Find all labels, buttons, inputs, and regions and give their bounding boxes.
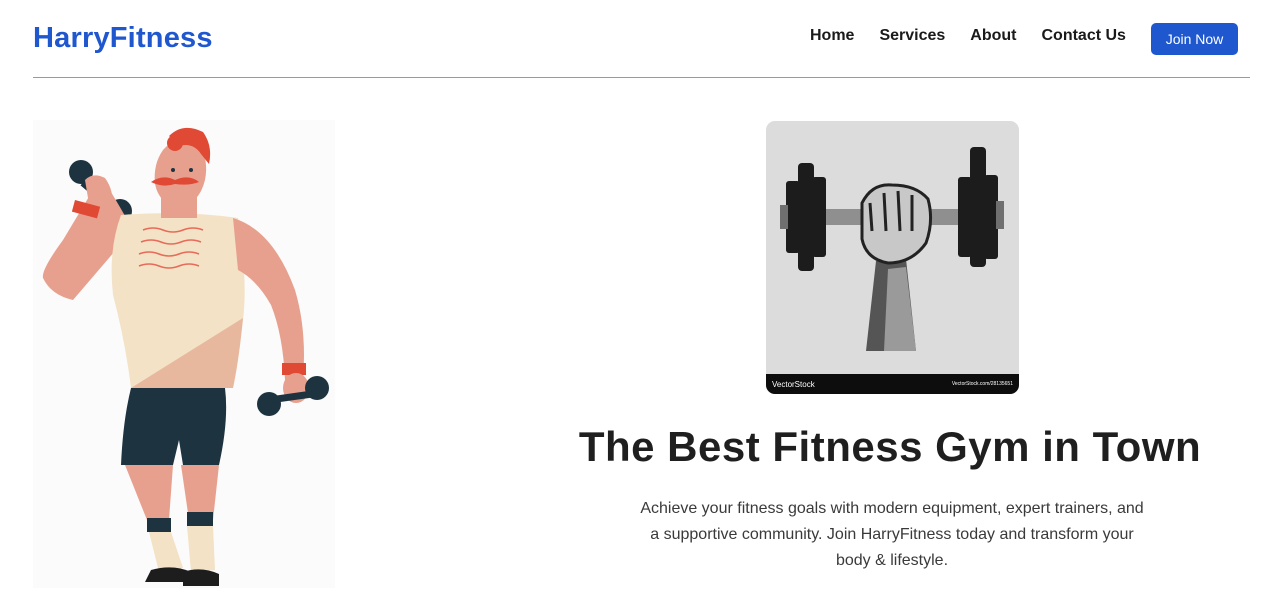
main-nav: Home Services About Contact Us [810, 26, 1151, 46]
navbar: HarryFitness Home Services About Contact… [0, 0, 1280, 78]
hero-description: Achieve your fitness goals with modern e… [640, 500, 1144, 569]
bodybuilder-icon [42, 127, 329, 586]
join-now-button[interactable]: Join Now [1151, 23, 1238, 55]
brand-logo[interactable]: HarryFitness [33, 22, 213, 55]
watermark-brand: VectorStock [772, 379, 815, 389]
nav-home[interactable]: Home [810, 26, 854, 46]
dumbbell-fist-icon [780, 147, 1004, 351]
nav-contact[interactable]: Contact Us [1042, 26, 1126, 46]
image-watermark-bar: VectorStock VectorStock.com/28135651 [766, 374, 1019, 394]
header-divider [33, 77, 1250, 78]
hero-title: The Best Fitness Gym in Town [578, 423, 1202, 470]
watermark-id: VectorStock.com/28135651 [951, 381, 1013, 387]
nav-services[interactable]: Services [879, 26, 945, 46]
bodybuilder-illustration [33, 120, 335, 588]
dumbbell-fist-image: VectorStock VectorStock.com/28135651 [766, 121, 1019, 394]
nav-about[interactable]: About [970, 26, 1016, 46]
